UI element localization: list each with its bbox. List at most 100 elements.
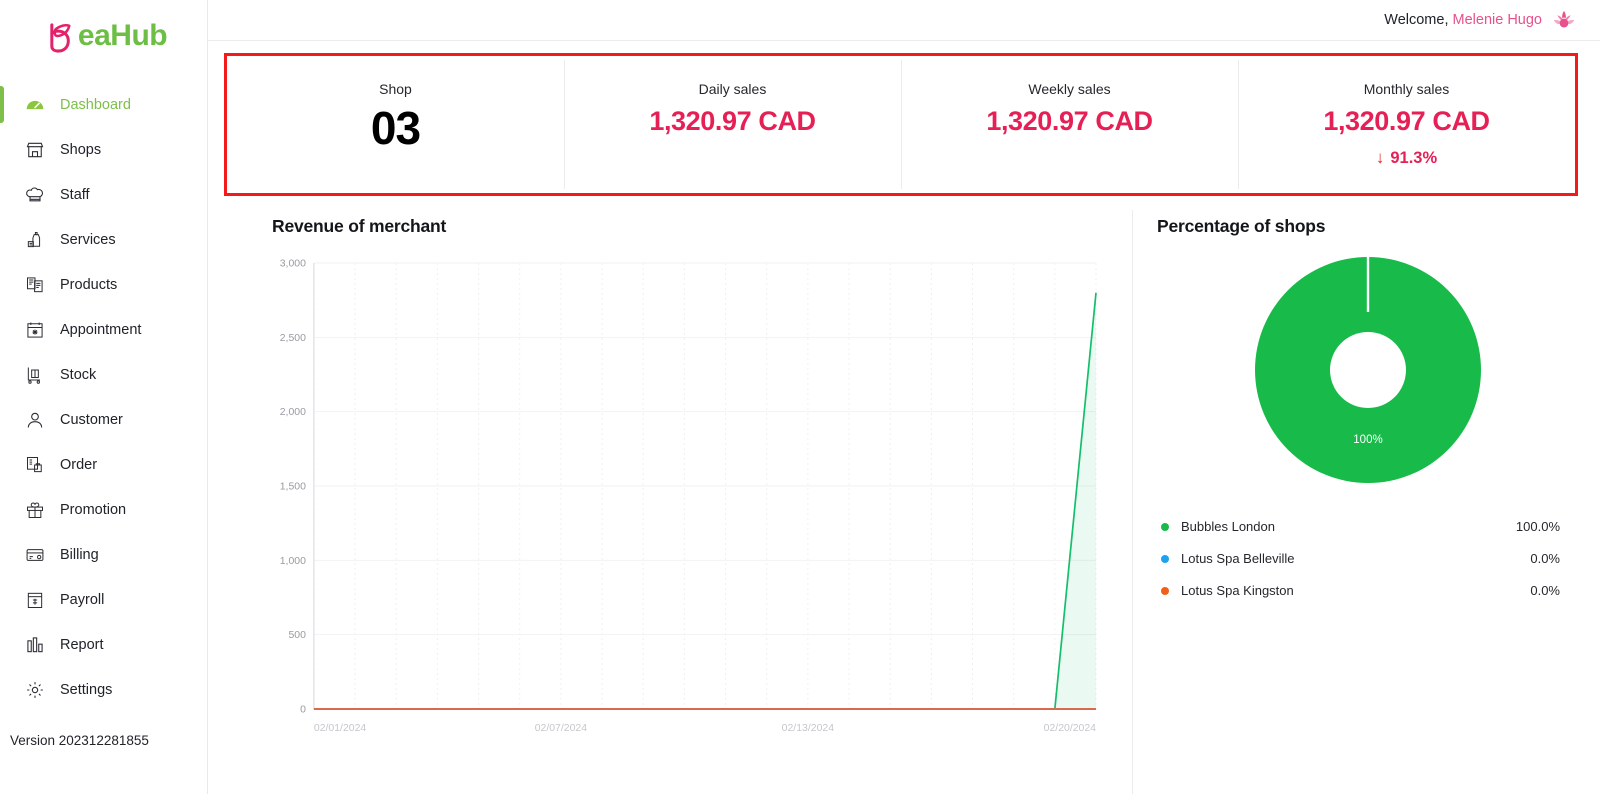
stat-card-shop[interactable]: Shop 03: [227, 56, 564, 193]
user-icon: [24, 409, 46, 431]
version-label: Version 202312281855: [10, 733, 149, 748]
stat-value: 1,320.97 CAD: [986, 106, 1153, 136]
sidebar-item-label: Shops: [60, 141, 102, 158]
legend-item[interactable]: Lotus Spa Kingston 0.0%: [1161, 583, 1560, 598]
stat-card-weekly-sales[interactable]: Weekly sales 1,320.97 CAD: [901, 56, 1238, 193]
x-axis-tick-label: 02/01/2024: [314, 723, 367, 734]
sidebar-item-label: Order: [60, 456, 98, 473]
x-axis-tick-label: 02/20/2024: [1044, 723, 1097, 734]
leaf-b-icon: [50, 22, 71, 53]
sidebar-item-services[interactable]: Services: [0, 217, 207, 262]
stat-card-monthly-sales[interactable]: Monthly sales 1,320.97 CAD ↓ 91.3%: [1238, 56, 1575, 193]
sidebar-nav: Dashboard Shops Staff Services Products …: [0, 82, 207, 712]
gift-icon: [24, 499, 46, 521]
gear-icon: [24, 679, 46, 701]
sidebar-item-label: Stock: [60, 366, 97, 383]
sidebar-item-label: Staff: [60, 186, 90, 203]
stat-label: Shop: [379, 81, 412, 97]
sidebar-item-customer[interactable]: Customer: [0, 397, 207, 442]
sidebar-item-dashboard[interactable]: Dashboard: [0, 82, 207, 127]
stat-value: 03: [370, 102, 421, 154]
y-axis-tick-label: 2,500: [280, 333, 306, 344]
sidebar-item-label: Promotion: [60, 501, 127, 518]
legend-label: Lotus Spa Kingston: [1181, 583, 1294, 598]
legend-value: 0.0%: [1530, 551, 1560, 566]
speedometer-icon: [24, 94, 46, 116]
spa-bottle-icon: [24, 229, 46, 251]
welcome-prefix: Welcome,: [1384, 12, 1453, 28]
sidebar-item-promotion[interactable]: Promotion: [0, 487, 207, 532]
series-area-fill: [313, 292, 1097, 709]
chef-hat-icon: [24, 184, 46, 206]
calendar-icon: [24, 319, 46, 341]
topbar: Welcome, Melenie Hugo: [208, 0, 1600, 41]
app-root: eaHub Dashboard Shops Staff Services Pro…: [0, 0, 1600, 794]
stat-label: Monthly sales: [1363, 81, 1450, 97]
donut-center-label: 100%: [1353, 434, 1382, 446]
stat-label: Weekly sales: [1028, 81, 1111, 97]
sidebar-item-payroll[interactable]: Payroll: [0, 577, 207, 622]
shops-percentage-panel: Percentage of shops 100% Bubbles London …: [1132, 210, 1578, 794]
sidebar-item-appointment[interactable]: Appointment: [0, 307, 207, 352]
storefront-icon: [24, 139, 46, 161]
y-axis-tick-label: 1,500: [280, 481, 306, 492]
sidebar-item-label: Products: [60, 276, 118, 293]
lotus-icon[interactable]: [1552, 9, 1576, 31]
legend-color-dot: [1161, 522, 1169, 531]
legend-color-dot: [1161, 586, 1169, 595]
sidebar-item-shops[interactable]: Shops: [0, 127, 207, 172]
brand-logo[interactable]: eaHub: [0, 0, 207, 72]
sidebar-item-products[interactable]: Products: [0, 262, 207, 307]
credit-card-icon: [24, 544, 46, 566]
revenue-chart-title: Revenue of merchant: [272, 216, 447, 236]
legend-color-dot: [1161, 554, 1169, 563]
y-axis-tick-label: 1,000: [280, 556, 306, 567]
sidebar-item-settings[interactable]: Settings: [0, 667, 207, 712]
y-axis-tick-label: 500: [288, 630, 306, 641]
donut-chart[interactable]: 100%: [1157, 255, 1578, 485]
stats-summary-strip: Shop 03 Daily sales 1,320.97 CAD Weekly …: [224, 53, 1578, 196]
y-axis-tick-label: 0: [300, 704, 306, 715]
revenue-chart[interactable]: 0 500 1,000 1,500 2,000 2,500 3,000 02/01/2024 0…: [272, 253, 1100, 753]
welcome-message: Welcome, Melenie Hugo: [1384, 12, 1542, 28]
sidebar: eaHub Dashboard Shops Staff Services Pro…: [0, 0, 208, 794]
sidebar-item-label: Settings: [60, 681, 113, 698]
dashboard-content: Shop 03 Daily sales 1,320.97 CAD Weekly …: [208, 41, 1600, 794]
bar-chart-icon: [24, 634, 46, 656]
stat-value: 1,320.97 CAD: [1323, 106, 1490, 136]
stat-card-daily-sales[interactable]: Daily sales 1,320.97 CAD: [564, 56, 901, 193]
sidebar-item-label: Billing: [60, 546, 99, 563]
sidebar-item-billing[interactable]: Billing: [0, 532, 207, 577]
donut-hole: [1329, 332, 1406, 408]
sidebar-item-stock[interactable]: Stock: [0, 352, 207, 397]
payroll-icon: [24, 589, 46, 611]
sidebar-item-report[interactable]: Report: [0, 622, 207, 667]
arrow-down-icon: ↓: [1375, 148, 1385, 167]
sidebar-item-order[interactable]: Order: [0, 442, 207, 487]
sidebar-item-label: Customer: [60, 411, 123, 428]
sidebar-item-label: Report: [60, 636, 104, 653]
legend-item[interactable]: Lotus Spa Belleville 0.0%: [1161, 551, 1560, 566]
legend-value: 100.0%: [1515, 519, 1560, 534]
series-line-0: [313, 292, 1097, 710]
legend-label: Bubbles London: [1181, 519, 1275, 534]
stat-delta-badge: ↓ 91.3%: [1376, 148, 1437, 168]
shops-chart-title: Percentage of shops: [1157, 216, 1326, 236]
sidebar-item-label: Dashboard: [60, 96, 131, 113]
charts-row: Revenue of merchant 0 500 1,000 1,500 2,000 2…: [224, 210, 1578, 794]
stat-delta-value: 91.3%: [1390, 148, 1438, 167]
x-axis-tick-label: 02/13/2024: [782, 723, 835, 734]
sidebar-item-staff[interactable]: Staff: [0, 172, 207, 217]
legend-label: Lotus Spa Belleville: [1181, 551, 1295, 566]
legend-item[interactable]: Bubbles London 100.0%: [1161, 519, 1560, 534]
stock-box-icon: [24, 364, 46, 386]
y-axis-tick-label: 3,000: [280, 258, 306, 269]
sidebar-item-label: Appointment: [60, 321, 142, 338]
legend-value: 0.0%: [1530, 583, 1560, 598]
product-list-icon: [24, 274, 46, 296]
main-area: Welcome, Melenie Hugo Shop 03 Daily sale: [208, 0, 1600, 794]
x-axis-tick-label: 02/07/2024: [535, 723, 588, 734]
revenue-chart-panel: Revenue of merchant 0 500 1,000 1,500 2,000 2…: [224, 210, 1110, 794]
revenue-chart-svg: 0 500 1,000 1,500 2,000 2,500 3,000 02/01/2024 0…: [280, 258, 1097, 734]
order-icon: [24, 454, 46, 476]
